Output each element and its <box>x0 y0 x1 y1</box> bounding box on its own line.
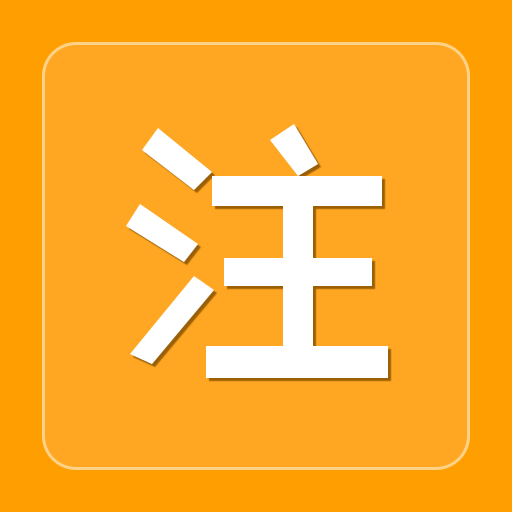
stroke-horizontal-middle <box>224 258 372 286</box>
glyph-strokes <box>126 124 388 378</box>
stroke-dot-middle <box>126 204 198 262</box>
stroke-horizontal-top <box>212 176 382 206</box>
stroke-horizontal-bottom <box>206 346 388 378</box>
stroke-dot-top <box>142 128 212 190</box>
stroke-dot-right <box>270 124 318 176</box>
app-icon[interactable] <box>0 0 512 512</box>
zhu-character-icon <box>126 124 388 378</box>
stroke-rise <box>130 276 214 364</box>
